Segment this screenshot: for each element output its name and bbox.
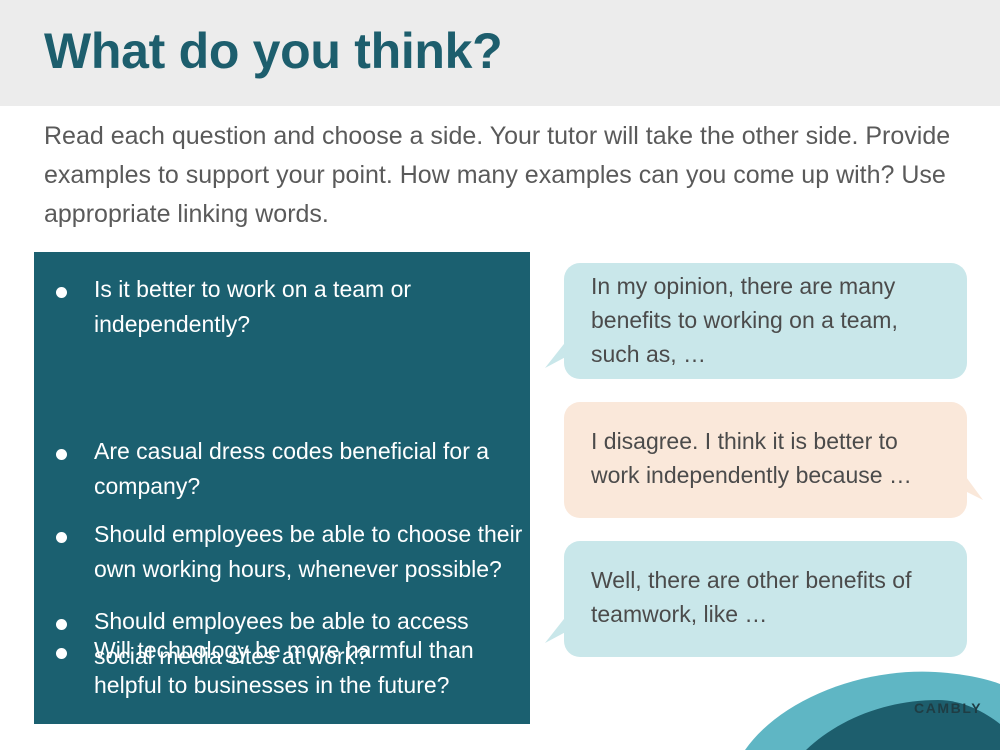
- bubble-text: I disagree. I think it is better to work…: [591, 428, 912, 488]
- speech-bubble-student: Well, there are other benefits of teamwo…: [564, 541, 967, 657]
- bubble-text: Well, there are other benefits of teamwo…: [591, 567, 912, 627]
- speech-bubble-student: In my opinion, there are many benefits t…: [564, 263, 967, 379]
- bubble-text: In my opinion, there are many benefits t…: [591, 273, 898, 367]
- speech-bubble-tutor: I disagree. I think it is better to work…: [564, 402, 967, 518]
- cambly-logo: CAMBLY: [914, 700, 983, 716]
